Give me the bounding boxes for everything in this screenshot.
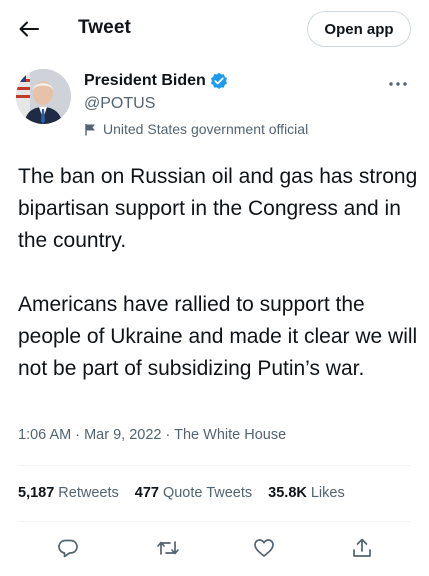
likes-stat[interactable]: 35.8K Likes bbox=[268, 485, 345, 501]
page-title: Tweet bbox=[78, 17, 131, 38]
back-button[interactable] bbox=[14, 14, 44, 44]
more-dots-icon bbox=[389, 82, 407, 86]
quote-tweets-stat[interactable]: 477 Quote Tweets bbox=[135, 485, 252, 501]
quote-tweets-label: Quote Tweets bbox=[162, 485, 253, 501]
divider bbox=[18, 465, 411, 466]
divider bbox=[18, 521, 411, 522]
retweet-icon bbox=[157, 541, 179, 555]
more-button[interactable] bbox=[388, 76, 408, 86]
tweet-text: The ban on Russian oil and gas has stron… bbox=[18, 161, 418, 385]
tweet-metadata: 1:06 AM · Mar 9, 2022 · The White House bbox=[18, 427, 286, 443]
tweet-paragraph: The ban on Russian oil and gas has stron… bbox=[18, 165, 418, 252]
action-bar bbox=[0, 533, 429, 563]
retweet-button[interactable] bbox=[155, 535, 181, 561]
author-name[interactable]: President Biden bbox=[84, 72, 206, 90]
retweets-count: 5,187 bbox=[18, 485, 55, 501]
government-label[interactable]: United States government official bbox=[84, 121, 308, 137]
tweet-date[interactable]: Mar 9, 2022 bbox=[84, 427, 161, 443]
reply-button[interactable] bbox=[55, 535, 81, 561]
likes-label: Likes bbox=[310, 485, 345, 501]
flag-icon bbox=[84, 123, 97, 136]
tweet-time[interactable]: 1:06 AM bbox=[18, 427, 71, 443]
reply-icon bbox=[58, 539, 78, 558]
avatar-image bbox=[16, 69, 71, 124]
avatar[interactable] bbox=[16, 69, 71, 124]
tweet-paragraph: Americans have rallied to support the pe… bbox=[18, 293, 418, 380]
like-button[interactable] bbox=[251, 535, 277, 561]
retweets-stat[interactable]: 5,187 Retweets bbox=[18, 485, 119, 501]
tweet-source[interactable]: The White House bbox=[174, 427, 286, 443]
author-name-row: President Biden bbox=[84, 72, 228, 90]
likes-count: 35.8K bbox=[268, 485, 307, 501]
separator-dot: · bbox=[165, 427, 175, 443]
open-app-button[interactable]: Open app bbox=[307, 11, 411, 47]
arrow-left-icon bbox=[19, 21, 39, 37]
quote-tweets-count: 477 bbox=[134, 485, 159, 501]
top-bar: Tweet Open app bbox=[0, 0, 429, 58]
government-label-text: United States government official bbox=[103, 121, 309, 137]
separator-dot: · bbox=[75, 427, 85, 443]
author-handle[interactable]: @POTUS bbox=[84, 95, 155, 113]
retweets-label: Retweets bbox=[58, 485, 119, 501]
share-button[interactable] bbox=[349, 535, 375, 561]
heart-icon bbox=[254, 539, 274, 557]
verified-badge-icon bbox=[210, 72, 228, 90]
share-icon bbox=[353, 538, 371, 557]
engagement-stats: 5,187 Retweets 477 Quote Tweets 35.8K Likes bbox=[18, 485, 361, 501]
